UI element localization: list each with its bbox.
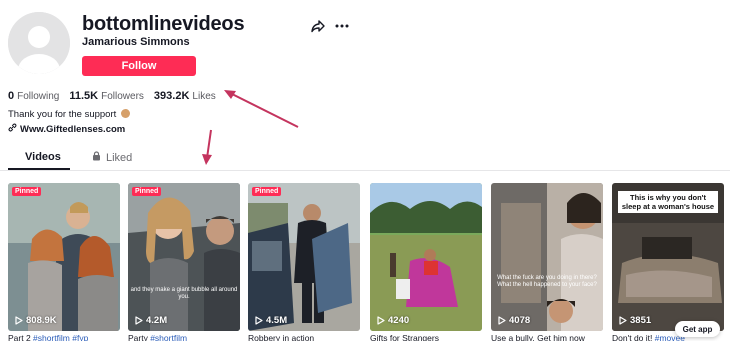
view-count-value: 808.9K bbox=[26, 315, 57, 326]
pinned-badge: Pinned bbox=[252, 187, 282, 196]
link-text: Www.Giftedlenses.com bbox=[20, 123, 126, 135]
view-count: 808.9K bbox=[15, 315, 57, 326]
profile-stats: 0 Following 11.5K Followers 393.2K Likes bbox=[8, 90, 216, 102]
play-icon bbox=[377, 316, 385, 325]
profile-tabs: Videos Liked bbox=[0, 148, 730, 171]
play-icon bbox=[255, 316, 263, 325]
lock-icon bbox=[92, 151, 101, 164]
tab-liked[interactable]: Liked bbox=[92, 151, 132, 164]
tab-videos[interactable]: Videos bbox=[25, 151, 61, 163]
likes-count: 393.2K bbox=[153, 90, 190, 102]
following-stat[interactable]: 0 Following bbox=[8, 90, 59, 102]
tab-active-indicator bbox=[8, 168, 70, 170]
view-count-value: 4.5M bbox=[266, 315, 288, 326]
view-count-value: 4240 bbox=[388, 315, 410, 326]
view-count-value: 4078 bbox=[509, 315, 531, 326]
bio-text: Thank you for the support bbox=[8, 109, 117, 120]
video-card[interactable]: 4240 bbox=[370, 183, 482, 331]
follow-button[interactable]: Follow bbox=[82, 56, 196, 76]
link-icon bbox=[8, 123, 17, 135]
profile-bio: Thank you for the support bbox=[8, 109, 130, 120]
play-icon bbox=[498, 316, 506, 325]
more-options-icon[interactable] bbox=[334, 19, 350, 33]
get-app-button[interactable]: Get app bbox=[675, 321, 720, 337]
video-thumbnail bbox=[370, 183, 482, 331]
video-card[interactable]: Pinned 808.9K bbox=[8, 183, 120, 331]
profile-username: bottomlinevideos bbox=[82, 13, 245, 35]
video-subtitle: What the fuck are you doing in there? Wh… bbox=[497, 275, 597, 288]
tab-liked-label: Liked bbox=[106, 151, 133, 164]
view-count: 4078 bbox=[498, 315, 530, 326]
arrow-head-stats bbox=[224, 90, 236, 99]
video-thumbnail bbox=[491, 183, 603, 331]
palette-emoji-icon bbox=[120, 109, 130, 118]
avatar bbox=[8, 12, 70, 74]
pinned-badge: Pinned bbox=[12, 187, 42, 196]
play-icon bbox=[135, 316, 143, 325]
play-icon bbox=[619, 316, 627, 325]
followers-stat[interactable]: 11.5K Followers bbox=[69, 90, 144, 102]
video-thumbnail bbox=[8, 183, 120, 331]
video-card[interactable]: What the fuck are you doing in there? Wh… bbox=[491, 183, 603, 331]
video-thumbnail bbox=[128, 183, 240, 331]
video-card[interactable]: This is why you don't sleep at a woman's… bbox=[612, 183, 724, 331]
view-count: 3851 bbox=[619, 315, 651, 326]
following-count: 0 bbox=[8, 90, 15, 102]
view-count-value: 4.2M bbox=[146, 315, 168, 326]
pinned-badge: Pinned bbox=[132, 187, 162, 196]
followers-label: Followers bbox=[101, 91, 144, 102]
video-thumbnail bbox=[248, 183, 360, 331]
play-icon bbox=[15, 316, 23, 325]
video-caption-box: This is why you don't sleep at a woman's… bbox=[618, 191, 718, 213]
profile-nickname: Jamarious Simmons bbox=[82, 36, 190, 48]
view-count: 4.2M bbox=[135, 315, 167, 326]
view-count: 4.5M bbox=[255, 315, 287, 326]
following-label: Following bbox=[17, 91, 60, 102]
share-icon[interactable] bbox=[311, 19, 325, 33]
view-count: 4240 bbox=[377, 315, 409, 326]
likes-stat: 393.2K Likes bbox=[154, 90, 216, 102]
followers-count: 11.5K bbox=[69, 90, 99, 102]
view-count-value: 3851 bbox=[630, 315, 652, 326]
video-card[interactable]: Pinned 4.5M bbox=[248, 183, 360, 331]
video-subtitle: and they make a giant bubble all around … bbox=[130, 287, 238, 300]
video-card[interactable]: Pinned and they make a giant bubble all … bbox=[128, 183, 240, 331]
likes-label: Likes bbox=[192, 91, 216, 102]
arrow-line-stats bbox=[229, 92, 299, 128]
profile-link[interactable]: Www.Giftedlenses.com bbox=[8, 123, 125, 135]
